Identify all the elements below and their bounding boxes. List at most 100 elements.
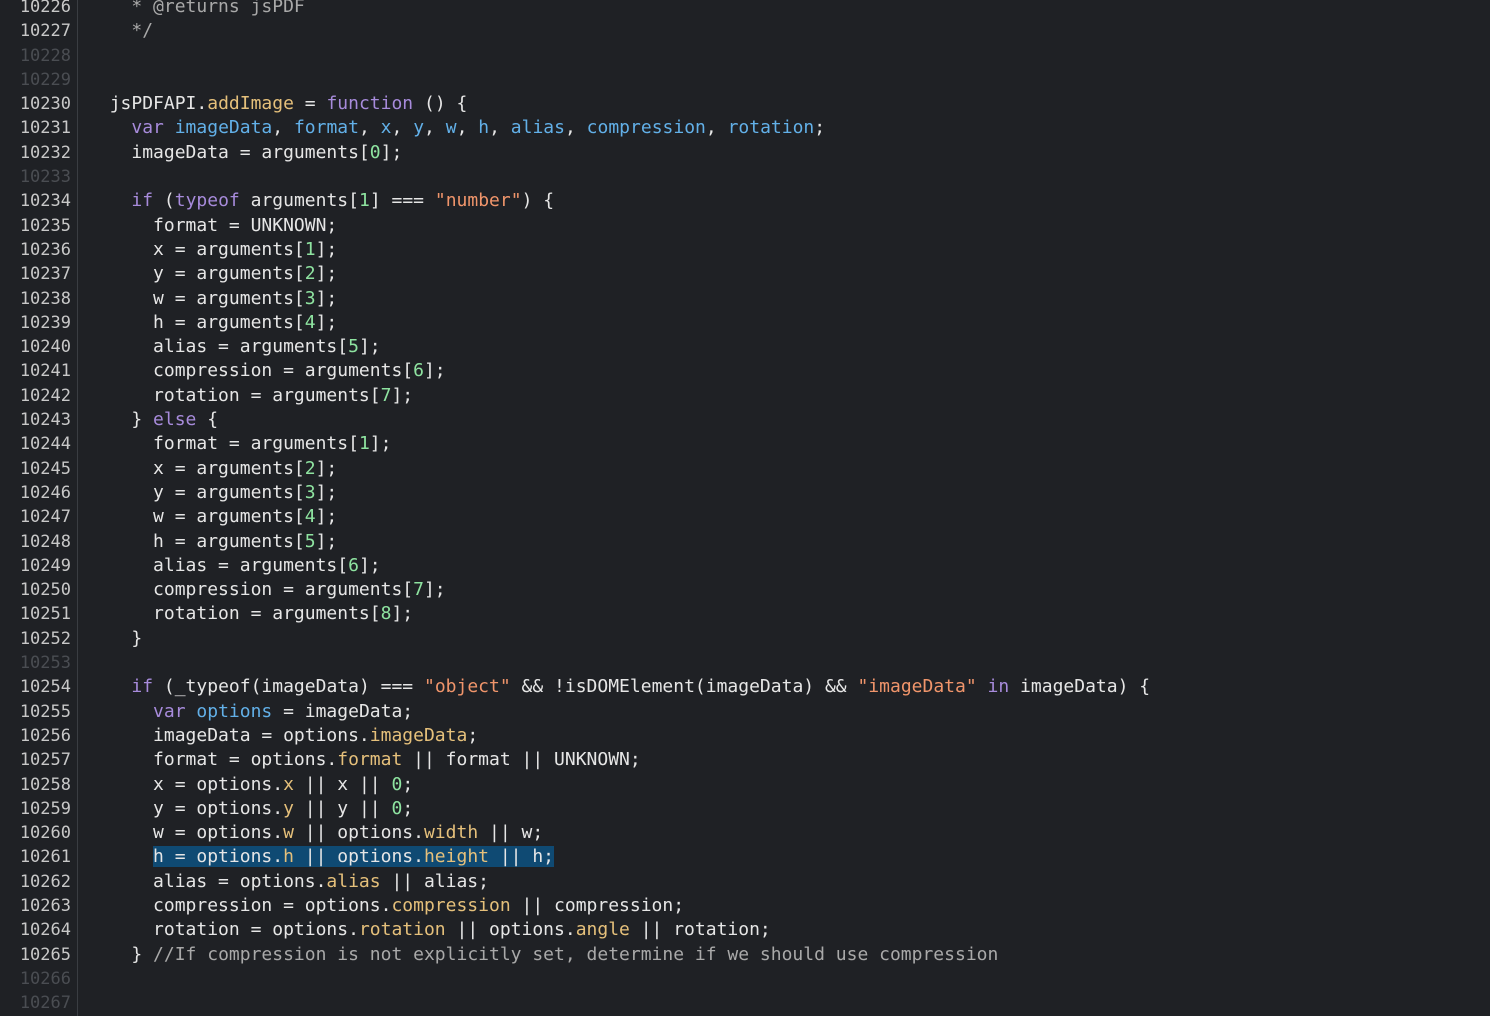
- code-text[interactable]: h = options.h || options.height || h;: [88, 845, 555, 869]
- code-text[interactable]: compression = arguments[6];: [88, 359, 446, 383]
- code-line[interactable]: 10243 } else {: [0, 408, 1490, 432]
- code-line[interactable]: 10239 h = arguments[4];: [0, 311, 1490, 335]
- code-line[interactable]: 10266: [0, 967, 1490, 991]
- code-line[interactable]: 10257 format = options.format || format …: [0, 748, 1490, 772]
- code-text[interactable]: compression = arguments[7];: [88, 578, 446, 602]
- code-text[interactable]: jsPDFAPI.addImage = function () {: [88, 92, 468, 116]
- code-line[interactable]: 10258 x = options.x || x || 0;: [0, 773, 1490, 797]
- code-line[interactable]: 10249 alias = arguments[6];: [0, 554, 1490, 578]
- code-line[interactable]: 10227 */: [0, 19, 1490, 43]
- code-line[interactable]: 10233: [0, 165, 1490, 189]
- code-text[interactable]: rotation = arguments[8];: [88, 602, 413, 626]
- code-line[interactable]: 10246 y = arguments[3];: [0, 481, 1490, 505]
- code-line[interactable]: 10254 if (_typeof(imageData) === "object…: [0, 675, 1490, 699]
- code-line[interactable]: 10263 compression = options.compression …: [0, 894, 1490, 918]
- code-line[interactable]: 10242 rotation = arguments[7];: [0, 384, 1490, 408]
- code-line[interactable]: 10229: [0, 68, 1490, 92]
- code-text[interactable]: * @returns jsPDF: [88, 0, 304, 19]
- code-line[interactable]: 10248 h = arguments[5];: [0, 530, 1490, 554]
- code-line[interactable]: 10238 w = arguments[3];: [0, 287, 1490, 311]
- code-text[interactable]: var imageData, format, x, y, w, h, alias…: [88, 116, 825, 140]
- code-token: h = options.: [153, 846, 284, 868]
- code-line[interactable]: 10252 }: [0, 627, 1490, 651]
- code-token: rotation = arguments[: [153, 603, 381, 625]
- code-text[interactable]: if (typeof arguments[1] === "number") {: [88, 189, 554, 213]
- code-line[interactable]: 10251 rotation = arguments[8];: [0, 602, 1490, 626]
- code-text[interactable]: compression = options.compression || com…: [88, 894, 684, 918]
- code-line[interactable]: 10231 var imageData, format, x, y, w, h,…: [0, 116, 1490, 140]
- code-line[interactable]: 10245 x = arguments[2];: [0, 457, 1490, 481]
- code-token: ;: [402, 797, 414, 819]
- code-line[interactable]: 10262 alias = options.alias || alias;: [0, 870, 1490, 894]
- code-text[interactable]: w = arguments[4];: [88, 505, 337, 529]
- code-text[interactable]: x = arguments[1];: [88, 238, 337, 262]
- code-text[interactable]: x = options.x || x || 0;: [88, 773, 413, 797]
- code-text[interactable]: var options = imageData;: [88, 700, 413, 724]
- code-text[interactable]: rotation = options.rotation || options.a…: [88, 918, 771, 942]
- code-text[interactable]: y = options.y || y || 0;: [88, 797, 413, 821]
- code-text[interactable]: w = arguments[3];: [88, 287, 337, 311]
- code-line[interactable]: 10234 if (typeof arguments[1] === "numbe…: [0, 189, 1490, 213]
- line-number: 10253: [19, 653, 71, 674]
- code-text[interactable]: y = arguments[3];: [88, 481, 337, 505]
- code-text[interactable]: w = options.w || options.width || w;: [88, 821, 543, 845]
- code-line[interactable]: 10230 jsPDFAPI.addImage = function () {: [0, 92, 1490, 116]
- code-token: ,: [705, 117, 728, 139]
- code-text[interactable]: if (_typeof(imageData) === "object" && !…: [88, 675, 1150, 699]
- code-text[interactable]: imageData = arguments[0];: [88, 141, 402, 165]
- code-text[interactable]: h = arguments[5];: [88, 530, 337, 554]
- code-editor[interactable]: 10226 * @returns jsPDF 10227 */10228 10229…: [0, 0, 1490, 1016]
- code-line[interactable]: 10244 format = arguments[1];: [0, 432, 1490, 456]
- code-text[interactable]: imageData = options.imageData;: [88, 724, 478, 748]
- code-text[interactable]: h = arguments[4];: [88, 311, 337, 335]
- code-line[interactable]: 10261 h = options.h || options.height ||…: [0, 845, 1490, 869]
- code-line[interactable]: 10260 w = options.w || options.width || …: [0, 821, 1490, 845]
- code-line[interactable]: 10240 alias = arguments[5];: [0, 335, 1490, 359]
- code-line[interactable]: 10255 var options = imageData;: [0, 700, 1490, 724]
- code-line[interactable]: 10250 compression = arguments[7];: [0, 578, 1490, 602]
- code-token: || options.: [293, 846, 424, 868]
- code-content: x = arguments[2];: [153, 458, 337, 479]
- code-text[interactable]: alias = options.alias || alias;: [88, 870, 489, 894]
- code-content: format = arguments[1];: [153, 433, 391, 454]
- code-line[interactable]: 10259 y = options.y || y || 0;: [0, 797, 1490, 821]
- code-line[interactable]: 10265 } //If compression is not explicit…: [0, 943, 1490, 967]
- code-line[interactable]: 10247 w = arguments[4];: [0, 505, 1490, 529]
- code-text[interactable]: format = options.format || format || UNK…: [88, 748, 641, 772]
- code-line[interactable]: 10235 format = UNKNOWN;: [0, 214, 1490, 238]
- code-token: 2: [304, 457, 316, 479]
- code-line[interactable]: 10237 y = arguments[2];: [0, 262, 1490, 286]
- code-line[interactable]: 10256 imageData = options.imageData;: [0, 724, 1490, 748]
- code-line[interactable]: 10253: [0, 651, 1490, 675]
- code-token: y = options.: [153, 797, 284, 819]
- code-text[interactable]: */: [88, 19, 153, 43]
- code-token: 1: [304, 238, 316, 260]
- code-token: y: [283, 797, 294, 819]
- code-line[interactable]: 10267: [0, 991, 1490, 1015]
- code-text[interactable]: format = arguments[1];: [88, 432, 391, 456]
- code-text[interactable]: } else {: [88, 408, 218, 432]
- code-token: || y ||: [293, 797, 392, 819]
- code-text[interactable]: }: [88, 627, 142, 651]
- code-content: rotation = arguments[8];: [153, 603, 413, 624]
- code-text[interactable]: x = arguments[2];: [88, 457, 337, 481]
- code-text[interactable]: alias = arguments[5];: [88, 335, 381, 359]
- code-line[interactable]: 10241 compression = arguments[6];: [0, 359, 1490, 383]
- code-token: ;: [814, 117, 826, 139]
- code-text[interactable]: } //If compression is not explicitly set…: [88, 943, 998, 967]
- code-text[interactable]: rotation = arguments[7];: [88, 384, 413, 408]
- line-number: 10262: [19, 871, 71, 892]
- code-line[interactable]: 10228: [0, 44, 1490, 68]
- code-text[interactable]: y = arguments[2];: [88, 262, 337, 286]
- code-lines[interactable]: 10226 * @returns jsPDF 10227 */10228 10229…: [0, 0, 1490, 1015]
- code-line[interactable]: 10264 rotation = options.rotation || opt…: [0, 918, 1490, 942]
- code-line[interactable]: 10236 x = arguments[1];: [0, 238, 1490, 262]
- code-text[interactable]: alias = arguments[6];: [88, 554, 381, 578]
- code-line[interactable]: 10226 * @returns jsPDF: [0, 0, 1490, 19]
- code-line[interactable]: 10232 imageData = arguments[0];: [0, 141, 1490, 165]
- code-token: ;: [467, 724, 479, 746]
- code-token: ];: [423, 579, 446, 601]
- code-text[interactable]: format = UNKNOWN;: [88, 214, 337, 238]
- code-token: ];: [315, 287, 338, 309]
